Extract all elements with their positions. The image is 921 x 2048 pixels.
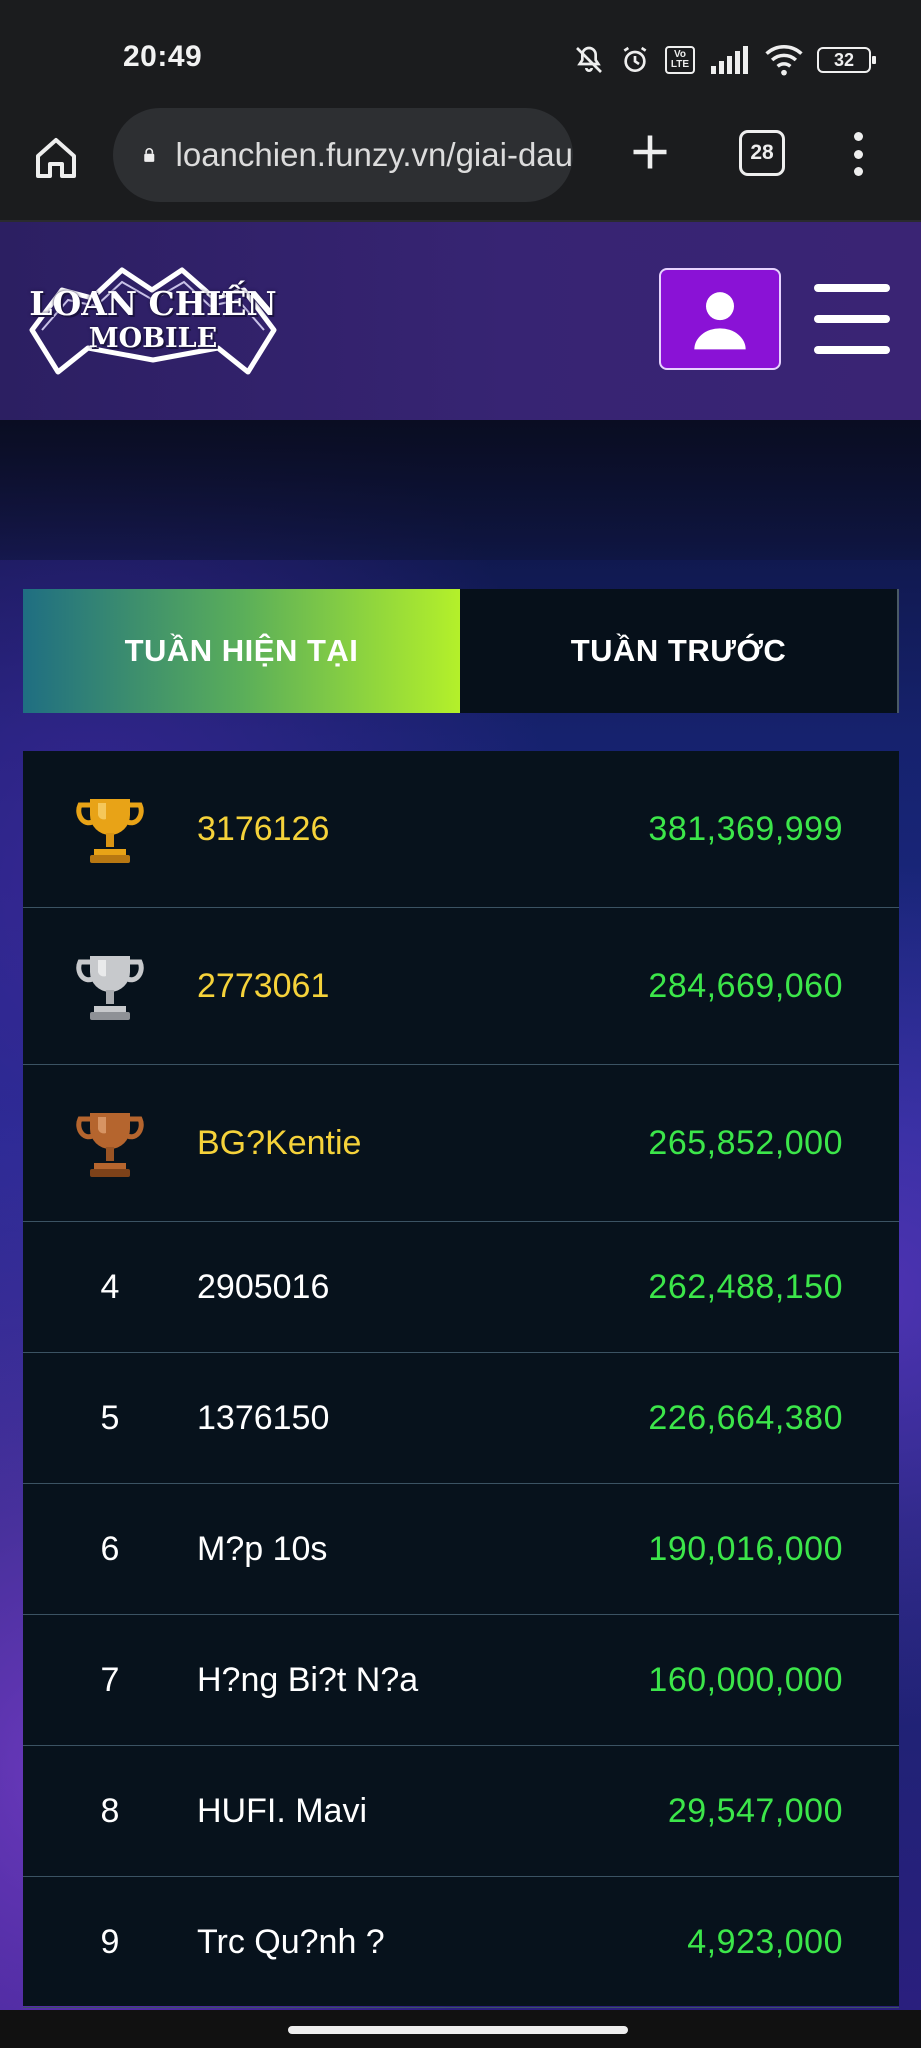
- wifi-icon: [765, 44, 803, 76]
- bronze-trophy-icon: [76, 1113, 144, 1177]
- player-name: 2773061: [197, 966, 330, 1005]
- account-button[interactable]: [659, 268, 781, 370]
- player-score: 262,488,150: [648, 1267, 843, 1306]
- logo-text-line1: LOAN CHIẾN: [29, 284, 277, 323]
- browser-toolbar: loanchien.funzy.vn/giai-dau 28: [0, 108, 921, 222]
- silver-trophy-icon: [76, 956, 144, 1020]
- plus-icon: [633, 135, 667, 169]
- player-name: 1376150: [197, 1398, 330, 1437]
- hamburger-line: [814, 346, 890, 354]
- leaderboard-row: 3176126 381,369,999: [23, 751, 899, 908]
- rank-number: 4: [100, 1267, 120, 1306]
- player-name: HUFI. Mavi: [197, 1791, 367, 1830]
- player-name: H?ng Bi?t N?a: [197, 1660, 419, 1699]
- status-bar: 20:49 Vo LTE 32: [0, 0, 921, 108]
- leaderboard: 3176126 381,369,999 2773061 284,669,060: [23, 751, 899, 2008]
- rank-number: 6: [100, 1529, 120, 1568]
- url-text: loanchien.funzy.vn/giai-dau: [175, 136, 573, 173]
- player-score: 381,369,999: [648, 809, 843, 848]
- player-score: 265,852,000: [648, 1123, 843, 1162]
- leaderboard-row: 2773061 284,669,060: [23, 908, 899, 1065]
- menu-dot-icon: [853, 167, 863, 176]
- player-score: 284,669,060: [648, 966, 843, 1005]
- player-score: 4,923,000: [687, 1922, 843, 1961]
- rank-number: 5: [100, 1398, 120, 1437]
- gold-trophy-icon: [76, 799, 144, 863]
- home-icon: [36, 138, 76, 178]
- leaderboard-row: 9 Trc Qu?nh ? 4,923,000: [23, 1877, 899, 2008]
- player-name: Trc Qu?nh ?: [197, 1922, 385, 1961]
- rank-number: 8: [100, 1791, 120, 1830]
- signal-icon: [709, 46, 751, 74]
- leaderboard-row: 8 HUFI. Mavi 29,547,000: [23, 1746, 899, 1877]
- home-gesture-handle[interactable]: [288, 2026, 628, 2034]
- logo-text-line2: MOBILE: [88, 323, 218, 354]
- background-shade: [0, 420, 921, 560]
- site-header: LOAN CHIẾN MOBILE: [0, 222, 921, 420]
- hamburger-line: [814, 315, 890, 323]
- hamburger-line: [814, 284, 890, 292]
- status-time: 20:49: [123, 40, 203, 73]
- player-score: 29,547,000: [667, 1791, 843, 1830]
- status-icons: Vo LTE 32: [573, 40, 876, 80]
- lock-icon: [144, 148, 155, 162]
- tab-current-week[interactable]: TUẦN HIỆN TẠI: [23, 589, 460, 713]
- rank-number: 9: [100, 1922, 120, 1961]
- menu-dot-icon: [853, 149, 863, 159]
- rank-cell: [23, 946, 197, 1026]
- leaderboard-row: BG?Kentie 265,852,000: [23, 1065, 899, 1222]
- user-icon: [694, 292, 746, 350]
- volte-badge: Vo LTE: [665, 46, 695, 74]
- player-score: 160,000,000: [648, 1660, 843, 1699]
- overflow-menu-button[interactable]: [838, 128, 878, 180]
- rank-number: 7: [100, 1660, 120, 1699]
- leaderboard-row: 6 M?p 10s 190,016,000: [23, 1484, 899, 1615]
- tab-previous-week[interactable]: TUẦN TRƯỚC: [460, 589, 899, 713]
- player-name: 2905016: [197, 1267, 330, 1306]
- player-name: M?p 10s: [197, 1529, 328, 1568]
- player-name: BG?Kentie: [197, 1123, 362, 1162]
- rank-cell: [23, 1103, 197, 1183]
- alarm-icon: [619, 44, 651, 76]
- week-tabs: TUẦN HIỆN TẠI TUẦN TRƯỚC: [23, 589, 899, 713]
- site-logo[interactable]: LOAN CHIẾN MOBILE: [22, 260, 284, 378]
- battery-indicator: 32: [817, 47, 876, 73]
- main-menu-button[interactable]: [814, 284, 890, 354]
- player-score: 226,664,380: [648, 1398, 843, 1437]
- tab-switcher-button[interactable]: 28: [739, 130, 785, 176]
- rank-cell: [23, 789, 197, 869]
- player-name: 3176126: [197, 809, 330, 848]
- navigation-bar: [0, 2010, 921, 2048]
- leaderboard-row: 5 1376150 226,664,380: [23, 1353, 899, 1484]
- address-bar[interactable]: loanchien.funzy.vn/giai-dau: [113, 108, 573, 202]
- new-tab-button[interactable]: [620, 122, 680, 182]
- leaderboard-row: 4 2905016 262,488,150: [23, 1222, 899, 1353]
- menu-dot-icon: [853, 132, 863, 141]
- player-score: 190,016,000: [648, 1529, 843, 1568]
- home-button[interactable]: [28, 130, 84, 186]
- leaderboard-row: 7 H?ng Bi?t N?a 160,000,000: [23, 1615, 899, 1746]
- bell-off-icon: [573, 44, 605, 76]
